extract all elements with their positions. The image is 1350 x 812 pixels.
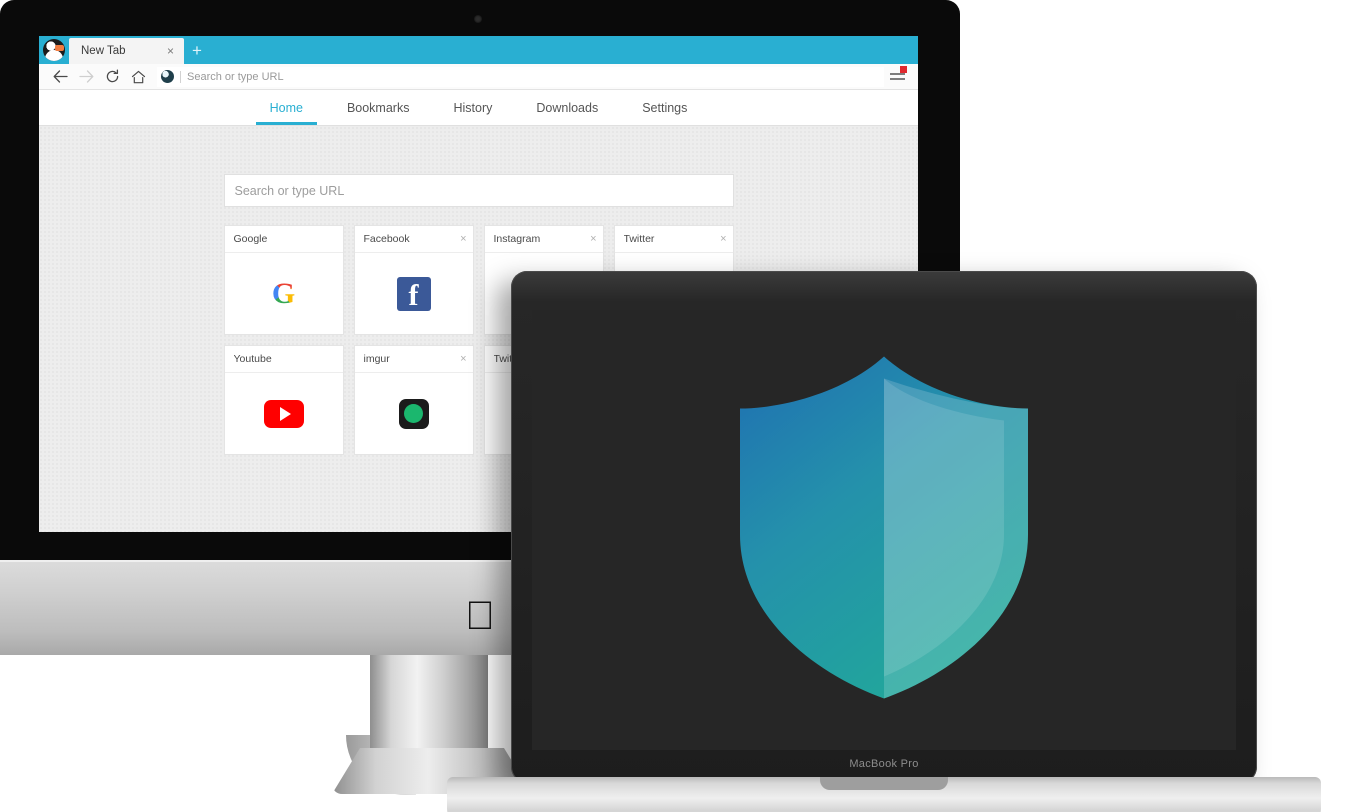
hamburger-menu-icon[interactable] (884, 65, 910, 89)
nav-tab-label: Bookmarks (346, 100, 410, 115)
tile-label: Twitter (623, 233, 655, 245)
browser-tab[interactable]: New Tab × (69, 38, 184, 64)
nav-tab-downloads[interactable]: Downloads (514, 90, 620, 125)
home-icon[interactable] (125, 65, 151, 89)
nav-tab-settings[interactable]: Settings (620, 90, 709, 125)
youtube-logo-icon (263, 399, 304, 428)
nav-tab-label: Downloads (536, 100, 599, 115)
tile-header: Youtube (224, 346, 343, 373)
puffin-favicon-icon (161, 70, 174, 83)
tile-body: G (225, 253, 343, 334)
shield-logo (734, 353, 1034, 708)
page-nav-tabs: Home Bookmarks History Downloads Setting… (39, 90, 918, 126)
shield-logo-icon (740, 356, 1028, 699)
url-input[interactable]: Search or type URL (187, 71, 284, 83)
tile-google[interactable]: Google G (223, 225, 344, 335)
tile-label: Youtube (233, 353, 272, 365)
macbook-screen (532, 310, 1236, 750)
imgur-logo-icon (398, 398, 429, 429)
url-divider (180, 70, 181, 83)
nav-tab-label: Settings (642, 100, 688, 115)
search-placeholder: Search or type URL (234, 183, 345, 198)
macbook-pro-device: MacBook Pro (447, 271, 1321, 812)
macbook-base (447, 777, 1321, 812)
nav-tab-home[interactable]: Home (248, 90, 325, 125)
tile-header: Google (224, 226, 343, 253)
tile-label: imgur (363, 353, 390, 365)
tile-header: Instagram × (484, 226, 603, 253)
puffin-logo-icon (39, 36, 69, 64)
screenshot-stage:  New Tab × + (0, 0, 1350, 812)
search-input[interactable]: Search or type URL (223, 174, 734, 207)
back-arrow-icon[interactable] (47, 65, 73, 89)
imac-webcam-icon (474, 15, 482, 23)
nav-tab-label: History (453, 100, 493, 115)
tile-facebook[interactable]: Facebook × f (353, 225, 474, 335)
tab-title: New Tab (81, 45, 126, 57)
facebook-logo-icon: f (396, 276, 431, 311)
tile-close-icon[interactable]: × (460, 353, 466, 365)
tile-close-icon[interactable]: × (590, 233, 596, 245)
menu-notification-badge (900, 65, 907, 73)
tile-body (225, 373, 343, 454)
tile-label: Instagram (493, 233, 541, 245)
tile-header: Twitter × (614, 226, 733, 253)
tile-header: imgur × (354, 346, 473, 373)
tile-close-icon[interactable]: × (460, 233, 466, 245)
tile-youtube[interactable]: Youtube (223, 345, 344, 455)
browser-tab-bar: New Tab × + (39, 36, 918, 64)
tile-body: f (355, 253, 473, 334)
tile-close-icon[interactable]: × (720, 233, 726, 245)
tile-label: Facebook (363, 233, 410, 245)
macbook-model-label: MacBook Pro (849, 758, 919, 770)
tab-close-icon[interactable]: × (163, 43, 178, 59)
forward-arrow-icon[interactable] (73, 65, 99, 89)
tile-label: Google (233, 233, 268, 245)
tile-imgur[interactable]: imgur × (353, 345, 474, 455)
reload-icon[interactable] (99, 65, 125, 89)
nav-tab-label: Home (269, 100, 303, 115)
tile-header: Facebook × (354, 226, 473, 253)
nav-tab-history[interactable]: History (431, 90, 514, 125)
tile-body (355, 373, 473, 454)
google-logo-icon: G (271, 276, 296, 310)
new-tab-button[interactable]: + (184, 38, 210, 64)
nav-tab-bookmarks[interactable]: Bookmarks (325, 90, 432, 125)
macbook-trackpad-notch (820, 777, 948, 790)
browser-toolbar: Search or type URL (39, 64, 918, 90)
url-bar[interactable]: Search or type URL (157, 66, 884, 87)
apple-logo-icon:  (462, 595, 498, 637)
